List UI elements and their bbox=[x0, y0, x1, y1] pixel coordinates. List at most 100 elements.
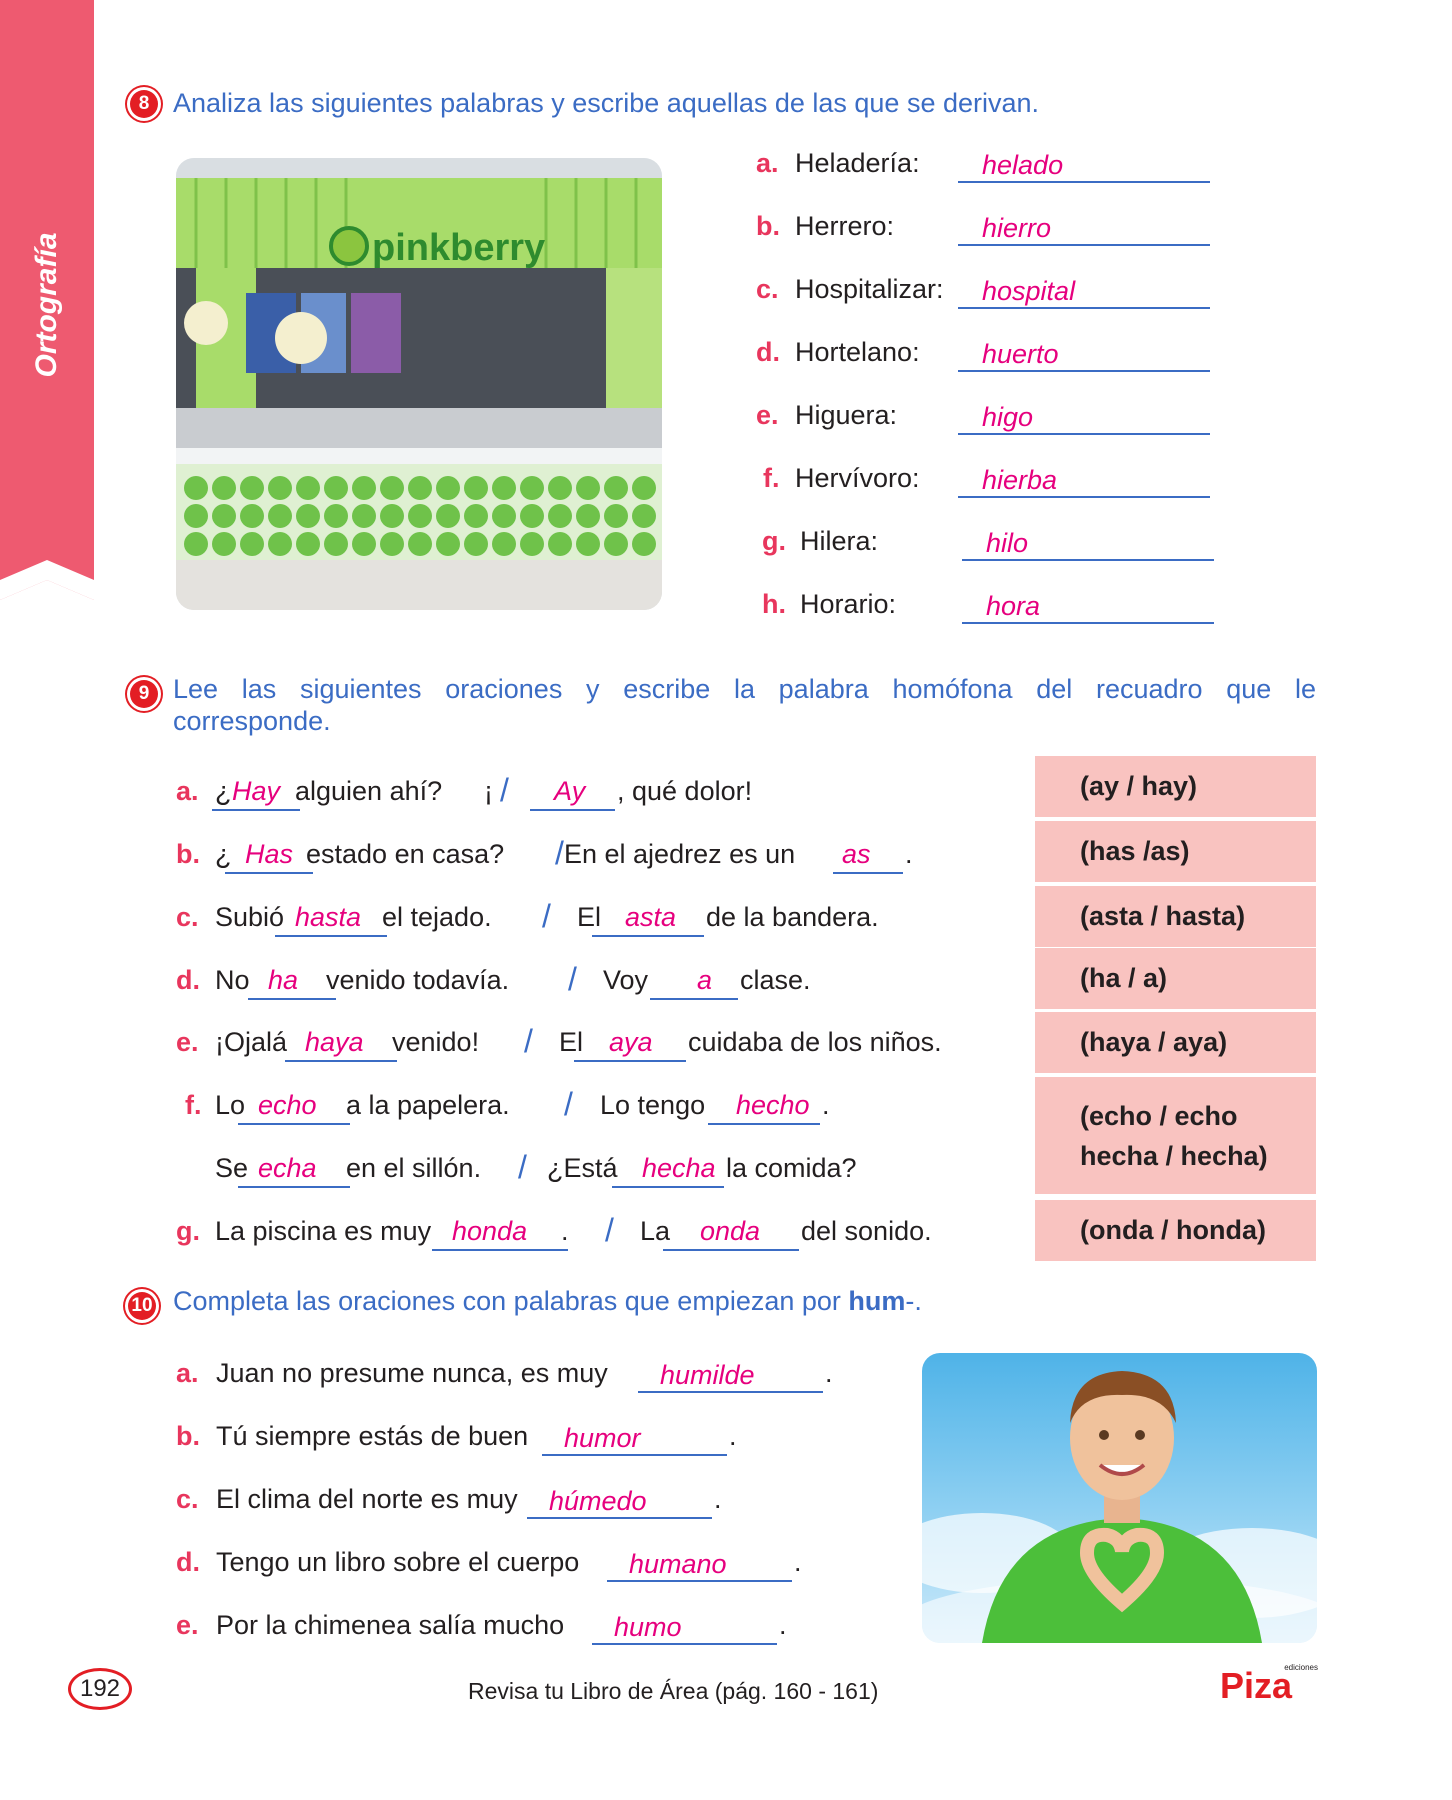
exercise-9-answer[interactable]: a bbox=[697, 965, 712, 996]
exercise-9-answer[interactable]: aya bbox=[609, 1027, 653, 1058]
exercise-10-item-letter: b. bbox=[176, 1421, 200, 1451]
exercise-10-number: 10 bbox=[128, 1292, 156, 1320]
exercise-9-text: ¡ bbox=[484, 776, 493, 806]
exercise-9-answer[interactable]: Has bbox=[245, 839, 293, 870]
side-tab-label: Ortografía bbox=[30, 232, 63, 378]
exercise-8-item-word: Hilera: bbox=[800, 526, 879, 556]
exercise-9-text: ¿ bbox=[215, 776, 232, 806]
exercise-9-text: venido todavía. bbox=[326, 965, 510, 995]
divider-slash: / bbox=[555, 835, 564, 871]
exercise-9-answer[interactable]: honda bbox=[452, 1216, 527, 1247]
exercise-8-number: 8 bbox=[130, 90, 158, 118]
exercise-8-item-word: Herrero: bbox=[795, 211, 895, 241]
answer-line bbox=[962, 559, 1214, 561]
exercise-9-row-letter: b. bbox=[176, 839, 200, 869]
exercise-9-text: No bbox=[215, 965, 250, 995]
exercise-9-answer[interactable]: haya bbox=[305, 1027, 364, 1058]
frozen-yogurt-shop-photo: pinkberry bbox=[176, 158, 662, 610]
exercise-10-item-answer[interactable]: humor bbox=[564, 1423, 641, 1454]
homophone-box-3: (asta / hasta) bbox=[1035, 886, 1316, 947]
exercise-8-item-letter: e. bbox=[756, 400, 779, 430]
divider-slash: / bbox=[542, 898, 551, 934]
answer-line bbox=[238, 1186, 350, 1188]
answer-line bbox=[663, 1249, 799, 1251]
exercise-8-item-answer[interactable]: hora bbox=[986, 591, 1040, 622]
exercise-9-text: El bbox=[559, 1027, 584, 1057]
exercise-10-item-text: Tú siempre estás de buen bbox=[216, 1421, 529, 1451]
exercise-9-answer[interactable]: as bbox=[842, 839, 871, 870]
exercise-10-instruction-end: -. bbox=[905, 1286, 922, 1316]
answer-line bbox=[650, 998, 738, 1000]
side-tab-notch bbox=[0, 560, 94, 600]
exercise-8-item-answer[interactable]: hierro bbox=[982, 213, 1051, 244]
exercise-9-text: Lo bbox=[215, 1090, 246, 1120]
exercise-9-answer[interactable]: Ay bbox=[554, 776, 585, 807]
divider-slash: / bbox=[524, 1023, 533, 1059]
answer-line bbox=[958, 307, 1210, 309]
exercise-9-answer[interactable]: hecho bbox=[736, 1090, 810, 1121]
exercise-9-text: La bbox=[640, 1216, 671, 1246]
exercise-8-item-letter: g. bbox=[762, 526, 786, 556]
exercise-10-item-text: El clima del norte es muy bbox=[216, 1484, 518, 1514]
exercise-10-instruction: Completa las oraciones con palabras que … bbox=[173, 1286, 922, 1317]
exercise-10-item-answer[interactable]: humo bbox=[614, 1612, 682, 1643]
answer-line bbox=[607, 1580, 792, 1582]
answer-line bbox=[225, 872, 313, 874]
exercise-8-item-answer[interactable]: huerto bbox=[982, 339, 1059, 370]
homophone-box-6-line2: hecha / hecha) bbox=[1080, 1140, 1268, 1171]
divider-slash: / bbox=[500, 772, 509, 808]
exercise-8-item-answer[interactable]: hospital bbox=[982, 276, 1075, 307]
exercise-10-item-answer[interactable]: húmedo bbox=[549, 1486, 647, 1517]
boy-heart-hands-photo bbox=[922, 1353, 1317, 1643]
exercise-9-answer[interactable]: Hay bbox=[232, 776, 280, 807]
homophone-box-2: (has /as) bbox=[1035, 821, 1316, 882]
exercise-9-text: venido! bbox=[392, 1027, 480, 1057]
exercise-10-item-letter: c. bbox=[176, 1484, 199, 1514]
exercise-9-answer[interactable]: ha bbox=[268, 965, 298, 996]
exercise-10-item-end: . bbox=[779, 1610, 787, 1640]
exercise-9-answer[interactable]: echa bbox=[258, 1153, 317, 1184]
exercise-8-item-letter: b. bbox=[756, 211, 780, 241]
answer-line bbox=[708, 1123, 820, 1125]
exercise-8-item-word: Hospitalizar: bbox=[795, 274, 944, 304]
exercise-9-text: . bbox=[822, 1090, 830, 1120]
exercise-9-answer[interactable]: hasta bbox=[295, 902, 361, 933]
exercise-10-item-letter: a. bbox=[176, 1358, 199, 1388]
exercise-9-answer[interactable]: onda bbox=[700, 1216, 760, 1247]
exercise-10-item-answer[interactable]: humano bbox=[629, 1549, 727, 1580]
exercise-8-item-letter: a. bbox=[756, 148, 779, 178]
exercise-10-item-end: . bbox=[729, 1421, 737, 1451]
exercise-9-text: alguien ahí? bbox=[295, 776, 443, 806]
exercise-9-text: la comida? bbox=[726, 1153, 857, 1183]
exercise-10-item-end: . bbox=[825, 1358, 833, 1388]
exercise-9-text: Voy bbox=[603, 965, 649, 995]
shop-sign: pinkberry bbox=[372, 227, 545, 269]
exercise-8-item-answer[interactable]: helado bbox=[982, 150, 1063, 181]
exercise-9-answer[interactable]: echo bbox=[258, 1090, 317, 1121]
exercise-9-text: . bbox=[905, 839, 913, 869]
exercise-9-text: clase. bbox=[740, 965, 811, 995]
exercise-9-number: 9 bbox=[130, 680, 158, 708]
exercise-10-item-end: . bbox=[714, 1484, 722, 1514]
exercise-9-text: . bbox=[561, 1216, 569, 1246]
exercise-8-item-answer[interactable]: hierba bbox=[982, 465, 1057, 496]
exercise-9-text: ¿Está bbox=[547, 1153, 618, 1183]
exercise-8-item-letter: h. bbox=[762, 589, 786, 619]
answer-line bbox=[958, 433, 1210, 435]
exercise-8-item-answer[interactable]: hilo bbox=[986, 528, 1028, 559]
exercise-9-text: ¡Ojalá bbox=[215, 1027, 288, 1057]
exercise-9-answer[interactable]: asta bbox=[625, 902, 676, 933]
exercise-9-answer[interactable]: hecha bbox=[642, 1153, 716, 1184]
exercise-8-item-answer[interactable]: higo bbox=[982, 402, 1033, 433]
exercise-10-item-text: Por la chimenea salía mucho bbox=[216, 1610, 565, 1640]
exercise-10-item-answer[interactable]: humilde bbox=[660, 1360, 755, 1391]
answer-line bbox=[958, 370, 1210, 372]
answer-line bbox=[530, 809, 615, 811]
exercise-10-item-text: Tengo un libro sobre el cuerpo bbox=[216, 1547, 580, 1577]
exercise-8-item-word: Hortelano: bbox=[795, 337, 920, 367]
exercise-8-item-word: Higuera: bbox=[795, 400, 898, 430]
answer-line bbox=[962, 622, 1214, 624]
homophone-box-1: (ay / hay) bbox=[1035, 756, 1316, 817]
exercise-10-item-letter: d. bbox=[176, 1547, 200, 1577]
divider-slash: / bbox=[568, 961, 577, 997]
